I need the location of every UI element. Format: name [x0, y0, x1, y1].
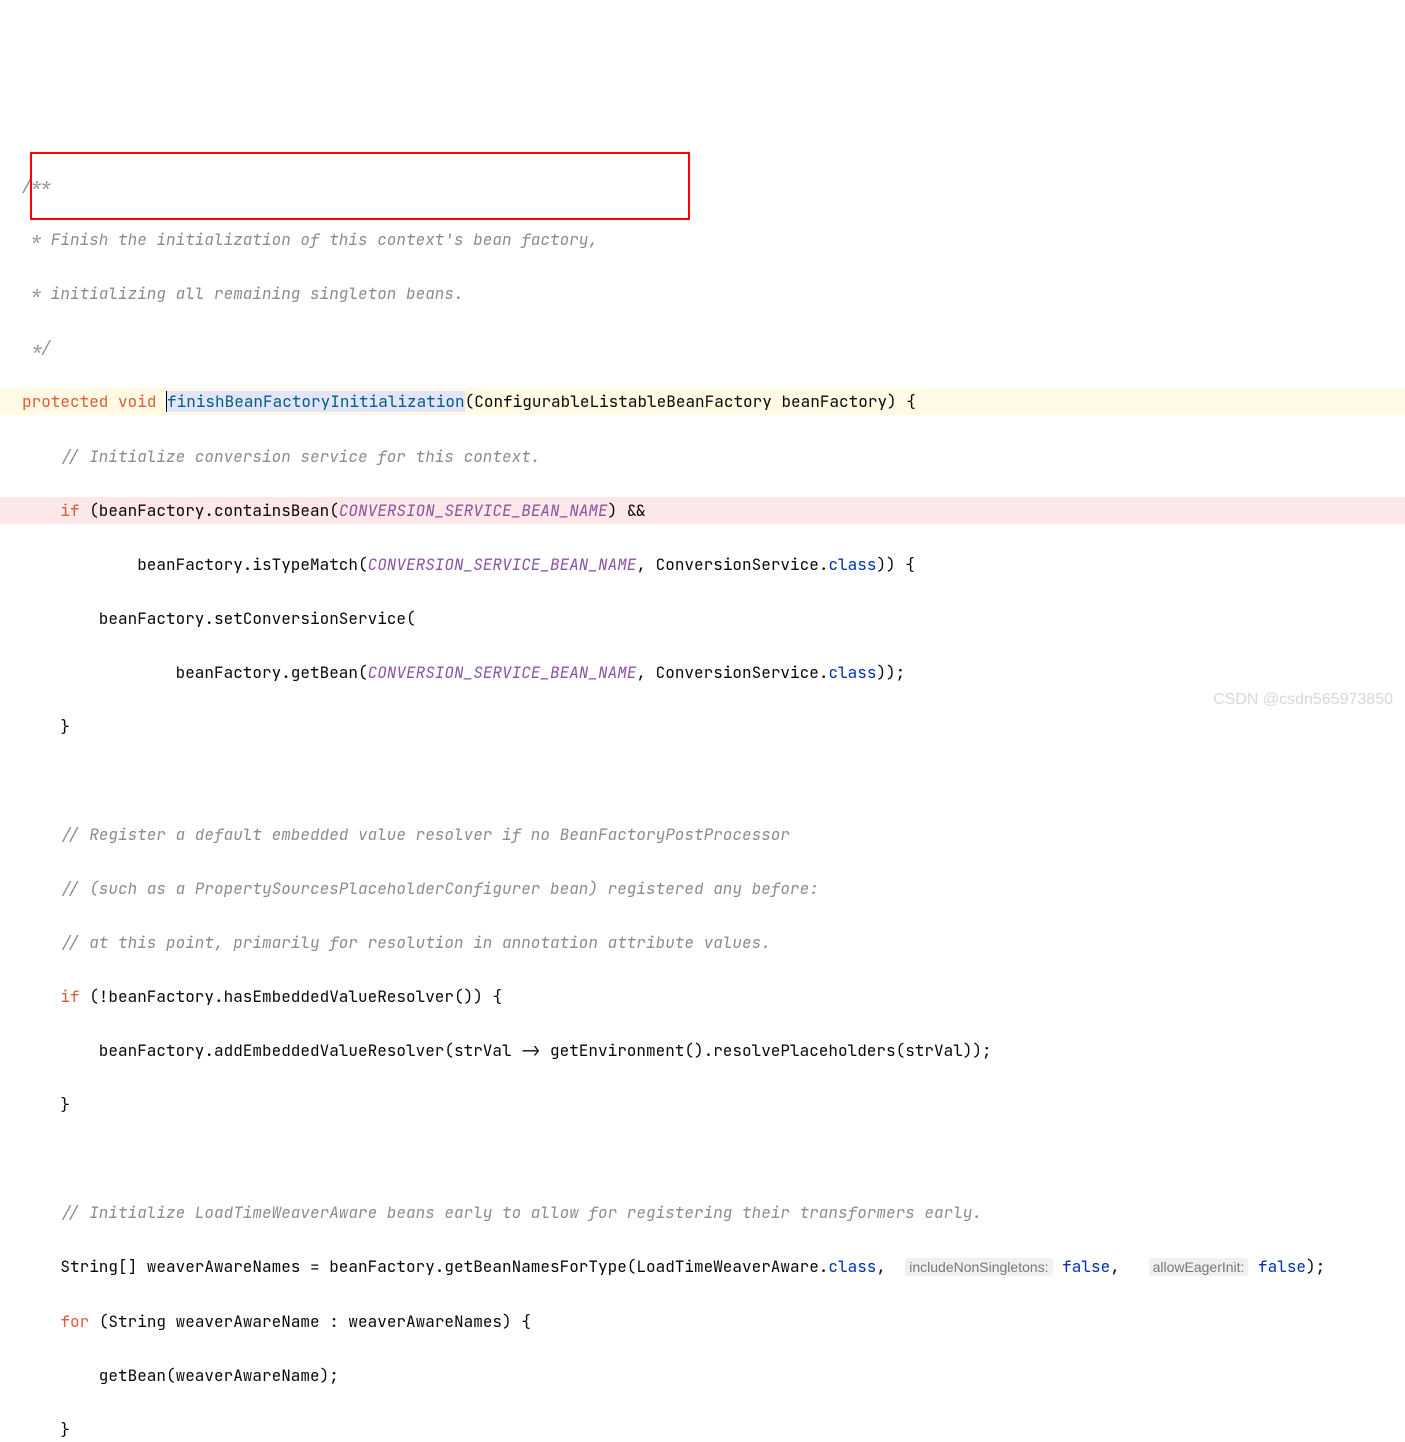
code-line[interactable]: // Initialize LoadTimeWeaverAware beans …: [0, 1199, 1405, 1226]
code-line-method-signature[interactable]: protected void finishBeanFactoryInitiali…: [0, 388, 1405, 415]
code-line[interactable]: getBean(weaverAwareName);: [0, 1362, 1405, 1389]
keyword-if: if: [60, 986, 79, 1007]
code-text: ,: [876, 1256, 905, 1277]
keyword-class: class: [828, 554, 876, 575]
code-line[interactable]: // at this point, primarily for resoluti…: [0, 929, 1405, 956]
code-text: getBean(weaverAwareName);: [22, 1365, 339, 1386]
code-line-empty[interactable]: [0, 1145, 1405, 1172]
code-text: beanFactory.setConversionService(: [22, 608, 416, 629]
code-line-if[interactable]: if (beanFactory.containsBean(CONVERSION_…: [0, 497, 1405, 524]
literal-false: false: [1258, 1256, 1306, 1277]
code-line[interactable]: beanFactory.getBean(CONVERSION_SERVICE_B…: [0, 659, 1405, 686]
code-text: ));: [876, 662, 905, 683]
code-text: (String weaverAwareName : weaverAwareNam…: [89, 1311, 531, 1332]
constant-ref: CONVERSION_SERVICE_BEAN_NAME: [339, 500, 608, 521]
code-line[interactable]: */: [0, 334, 1405, 361]
code-text: ,: [1110, 1256, 1148, 1277]
code-text: }: [22, 1419, 70, 1440]
code-line-empty[interactable]: [0, 767, 1405, 794]
code-line[interactable]: }: [0, 713, 1405, 740]
code-text: }: [22, 716, 70, 737]
comment-text: // (such as a PropertySourcesPlaceholder…: [60, 878, 818, 899]
watermark-text: CSDN @csdn565973850: [1213, 686, 1393, 713]
code-line[interactable]: String[] weaverAwareNames = beanFactory.…: [0, 1253, 1405, 1280]
javadoc-text: * Finish the initialization of this cont…: [22, 229, 598, 250]
inline-hint-nonsingletons: includeNonSingletons:: [905, 1258, 1052, 1276]
code-text: (!beanFactory.hasEmbeddedValueResolver()…: [80, 986, 502, 1007]
code-text: , ConversionService.: [636, 554, 828, 575]
code-text: , ConversionService.: [636, 662, 828, 683]
code-text: beanFactory.getBean(: [22, 662, 368, 683]
comment-text: // Initialize LoadTimeWeaverAware beans …: [60, 1202, 982, 1223]
constant-ref: CONVERSION_SERVICE_BEAN_NAME: [368, 554, 637, 575]
code-line[interactable]: // (such as a PropertySourcesPlaceholder…: [0, 875, 1405, 902]
code-text: }: [22, 1094, 70, 1115]
comment-text: // Initialize conversion service for thi…: [60, 446, 540, 467]
comment-text: // at this point, primarily for resoluti…: [60, 932, 770, 953]
literal-false: false: [1062, 1256, 1110, 1277]
code-line[interactable]: beanFactory.addEmbeddedValueResolver(str…: [0, 1037, 1405, 1064]
code-line[interactable]: beanFactory.isTypeMatch(CONVERSION_SERVI…: [0, 551, 1405, 578]
code-text: ) &&: [608, 500, 646, 521]
constant-ref: CONVERSION_SERVICE_BEAN_NAME: [368, 662, 637, 683]
keyword-class: class: [828, 1256, 876, 1277]
code-line[interactable]: // Register a default embedded value res…: [0, 821, 1405, 848]
code-line[interactable]: }: [0, 1416, 1405, 1442]
code-text: )) {: [876, 554, 914, 575]
code-text: String[] weaverAwareNames = beanFactory.…: [22, 1256, 828, 1277]
method-params: (ConfigurableListableBeanFactory beanFac…: [465, 391, 916, 412]
code-line[interactable]: * initializing all remaining singleton b…: [0, 280, 1405, 307]
javadoc-text: /**: [22, 175, 51, 196]
javadoc-text: * initializing all remaining singleton b…: [22, 283, 464, 304]
keyword-class: class: [828, 662, 876, 683]
code-line[interactable]: }: [0, 1091, 1405, 1118]
code-line[interactable]: beanFactory.setConversionService(: [0, 605, 1405, 632]
code-line[interactable]: /**: [0, 172, 1405, 199]
code-line[interactable]: if (!beanFactory.hasEmbeddedValueResolve…: [0, 983, 1405, 1010]
code-text: );: [1306, 1256, 1325, 1277]
keyword-for: for: [60, 1311, 89, 1332]
code-line[interactable]: // Initialize conversion service for thi…: [0, 443, 1405, 470]
comment-text: // Register a default embedded value res…: [60, 824, 790, 845]
javadoc-text: */: [22, 337, 51, 358]
inline-hint-eagerinit: allowEagerInit:: [1149, 1258, 1249, 1276]
keyword-void: void: [118, 391, 156, 412]
code-line[interactable]: for (String weaverAwareName : weaverAwar…: [0, 1308, 1405, 1335]
code-text: beanFactory.isTypeMatch(: [22, 554, 368, 575]
keyword-protected: protected: [22, 391, 108, 412]
keyword-if: if: [60, 500, 79, 521]
code-editor-viewport[interactable]: /** * Finish the initialization of this …: [0, 118, 1405, 1442]
code-text: (beanFactory.containsBean(: [80, 500, 339, 521]
code-text: beanFactory.addEmbeddedValueResolver(str…: [22, 1040, 992, 1061]
code-line[interactable]: * Finish the initialization of this cont…: [0, 226, 1405, 253]
method-name-highlighted: finishBeanFactoryInitialization: [167, 391, 465, 412]
